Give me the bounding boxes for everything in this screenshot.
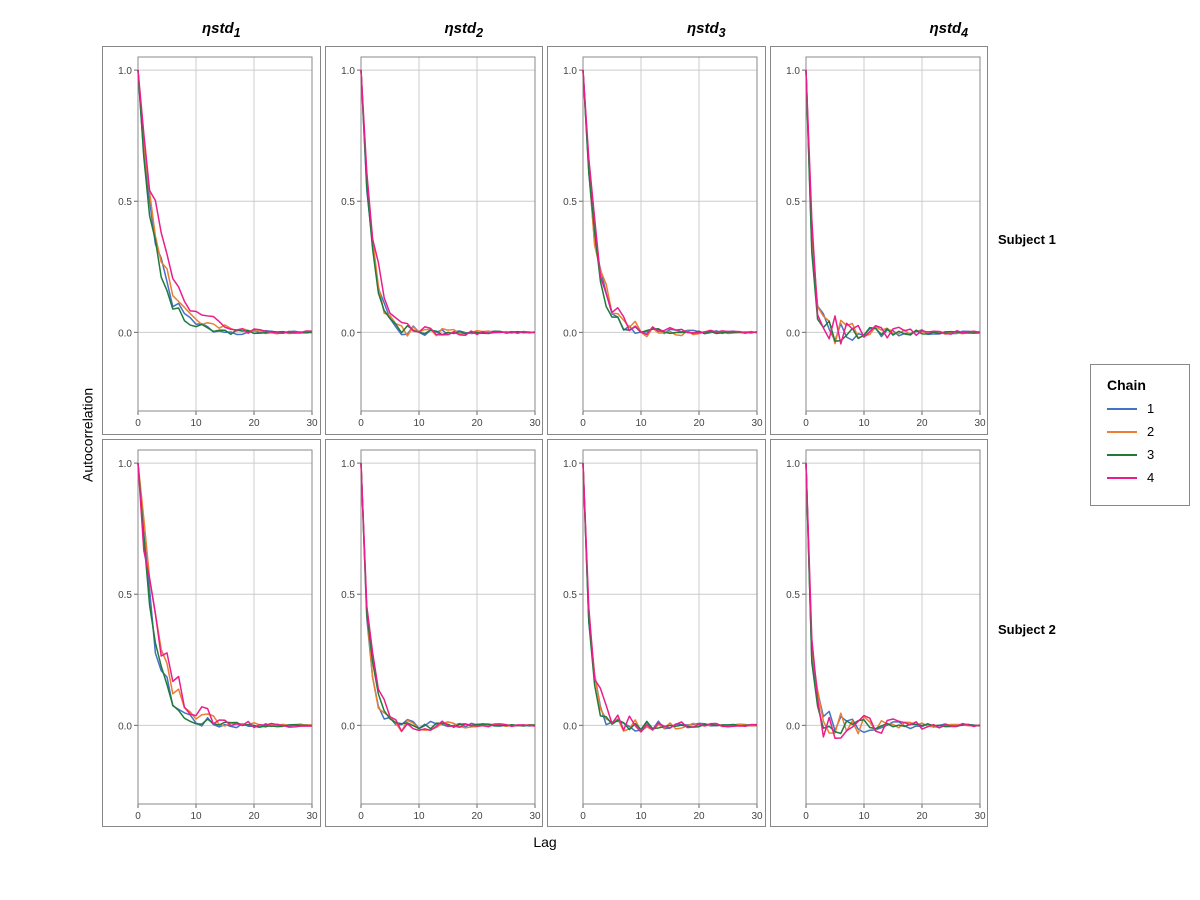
svg-text:0: 0 [580,418,586,429]
svg-text:10: 10 [413,418,425,429]
svg-text:1.0: 1.0 [118,459,132,470]
plot-cell-r1c2: 0.0 0.5 1.0 0 10 20 30 [325,46,544,435]
svg-text:0.5: 0.5 [563,590,577,601]
col-header-1: ηstd1 [100,20,343,40]
svg-text:1.0: 1.0 [786,459,800,470]
svg-text:0.0: 0.0 [118,721,132,732]
svg-text:1.0: 1.0 [341,66,355,77]
plot-cell-r2c2: 0.0 0.5 1.0 0 10 20 30 [325,439,544,828]
svg-text:20: 20 [916,811,928,822]
svg-text:0.5: 0.5 [341,590,355,601]
svg-text:30: 30 [306,418,318,429]
legend-title: Chain [1107,377,1173,393]
svg-text:0.0: 0.0 [786,721,800,732]
legend-line-3 [1107,454,1137,456]
svg-text:20: 20 [248,811,260,822]
legend-box: Chain 1 2 3 4 [1090,364,1190,506]
svg-text:0.5: 0.5 [563,197,577,208]
plot-cell-r2c4: 0.0 0.5 1.0 0 10 20 30 [770,439,989,828]
svg-text:20: 20 [693,418,705,429]
svg-text:1.0: 1.0 [563,459,577,470]
legend-item-1: 1 [1107,401,1173,416]
col-header-4: ηstd4 [828,20,1071,40]
svg-text:30: 30 [974,811,986,822]
row-label-spacer [998,825,1070,850]
col-header-2: ηstd2 [343,20,586,40]
rows-area: 0.0 0.5 1.0 0 10 20 30 0.0 0.5 1.0 0 10 20 30 0.0 0.5… [100,44,1070,850]
svg-text:1.0: 1.0 [118,66,132,77]
plot-cell-r2c3: 0.0 0.5 1.0 0 10 20 30 [547,439,766,828]
svg-text:0: 0 [135,418,141,429]
svg-text:10: 10 [190,418,202,429]
svg-text:0: 0 [358,811,364,822]
svg-text:0.0: 0.0 [118,328,132,339]
svg-text:20: 20 [916,418,928,429]
plot-row-2: 0.0 0.5 1.0 0 10 20 30 0.0 0.5 1.0 0 10 20 30 0.0 0.5… [100,437,990,830]
svg-text:10: 10 [190,811,202,822]
svg-text:0.0: 0.0 [341,721,355,732]
x-axis-label: Lag [100,834,990,850]
row-label-2: Subject 2 [998,435,1070,826]
svg-text:30: 30 [751,811,763,822]
legend-item-3: 3 [1107,447,1173,462]
legend-label-4: 4 [1147,470,1154,485]
legend-line-1 [1107,408,1137,410]
svg-text:0.0: 0.0 [341,328,355,339]
y-axis-label: Autocorrelation [70,20,100,850]
plot-row-1: 0.0 0.5 1.0 0 10 20 30 0.0 0.5 1.0 0 10 20 30 0.0 0.5… [100,44,990,437]
svg-text:20: 20 [693,811,705,822]
legend-label-2: 2 [1147,424,1154,439]
legend-item-4: 4 [1107,470,1173,485]
svg-text:30: 30 [306,811,318,822]
row-labels-container: Subject 1 Subject 2 [990,44,1070,850]
svg-text:20: 20 [248,418,260,429]
plot-area: Autocorrelation ηstd1 ηstd2 ηstd3 ηstd4 [70,20,1190,850]
main-container: Autocorrelation ηstd1 ηstd2 ηstd3 ηstd4 [0,0,1200,900]
svg-text:0.5: 0.5 [341,197,355,208]
svg-text:10: 10 [858,418,870,429]
svg-text:0.5: 0.5 [118,590,132,601]
svg-text:0: 0 [803,418,809,429]
plot-cell-r2c1: 0.0 0.5 1.0 0 10 20 30 [102,439,321,828]
svg-text:0.0: 0.0 [563,721,577,732]
legend-label-3: 3 [1147,447,1154,462]
row-plots: 0.0 0.5 1.0 0 10 20 30 0.0 0.5 1.0 0 10 20 30 0.0 0.5… [100,44,990,850]
svg-text:0.0: 0.0 [786,328,800,339]
col-header-3: ηstd3 [585,20,828,40]
svg-text:0: 0 [358,418,364,429]
legend-item-2: 2 [1107,424,1173,439]
svg-text:0.5: 0.5 [786,590,800,601]
svg-text:30: 30 [529,418,541,429]
svg-text:0.5: 0.5 [786,197,800,208]
svg-text:30: 30 [529,811,541,822]
legend-line-2 [1107,431,1137,433]
col-headers: ηstd1 ηstd2 ηstd3 ηstd4 [100,20,1070,40]
svg-text:1.0: 1.0 [341,459,355,470]
row-label-1: Subject 1 [998,44,1070,435]
legend-line-4 [1107,477,1137,479]
plot-cell-r1c4: 0.0 0.5 1.0 0 10 20 30 [770,46,989,435]
plot-cell-r1c3: 0.0 0.5 1.0 0 10 20 30 [547,46,766,435]
svg-text:0: 0 [803,811,809,822]
svg-text:0: 0 [580,811,586,822]
svg-text:20: 20 [471,418,483,429]
svg-text:10: 10 [635,811,647,822]
svg-text:20: 20 [471,811,483,822]
legend-area: Chain 1 2 3 4 [1070,20,1190,850]
svg-text:1.0: 1.0 [563,66,577,77]
svg-text:10: 10 [635,418,647,429]
svg-text:1.0: 1.0 [786,66,800,77]
legend-label-1: 1 [1147,401,1154,416]
svg-text:10: 10 [413,811,425,822]
grid-and-labels: ηstd1 ηstd2 ηstd3 ηstd4 0.0 0.5 1.0 0 10 20 30 [100,20,1070,850]
svg-text:10: 10 [858,811,870,822]
plot-cell-r1c1: 0.0 0.5 1.0 0 10 20 30 [102,46,321,435]
svg-text:0.0: 0.0 [563,328,577,339]
svg-text:0: 0 [135,811,141,822]
svg-text:30: 30 [751,418,763,429]
svg-text:0.5: 0.5 [118,197,132,208]
svg-text:30: 30 [974,418,986,429]
